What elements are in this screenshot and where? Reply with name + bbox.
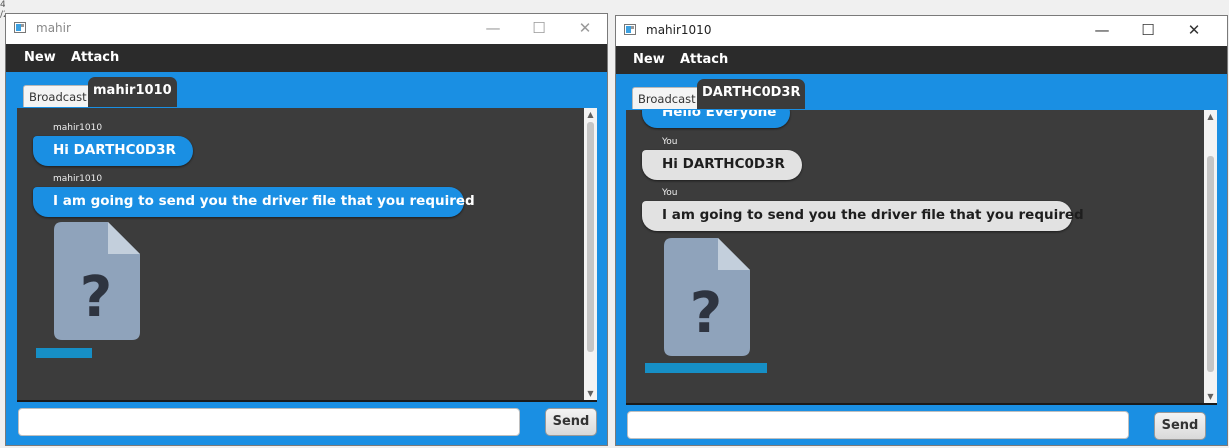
close-button[interactable]: ✕ <box>1171 16 1217 46</box>
scroll-up-arrow-icon[interactable]: ▲ <box>1204 110 1217 123</box>
title-bar[interactable]: mahir — ☐ ✕ <box>6 14 607 44</box>
title-bar[interactable]: mahir1010 — ☐ ✕ <box>616 16 1227 46</box>
chat-window-mahir1010: mahir1010 — ☐ ✕ New Attach Broadcast DAR… <box>615 15 1228 446</box>
minimize-button[interactable]: — <box>470 14 516 44</box>
message-bubble: Hi DARTHC0D3R <box>33 136 193 166</box>
unknown-file-icon[interactable]: ? <box>664 238 750 356</box>
menu-new[interactable]: New <box>24 50 56 65</box>
scroll-up-arrow-icon[interactable]: ▲ <box>584 108 597 121</box>
scroll-down-arrow-icon[interactable]: ▼ <box>1204 390 1217 403</box>
message-input[interactable] <box>627 411 1129 439</box>
chat-area: mahir1010 Hi DARTHC0D3R mahir1010 I am g… <box>17 108 597 402</box>
chat-window-mahir: mahir — ☐ ✕ New Attach Broadcast mahir10… <box>5 13 608 446</box>
scroll-thumb[interactable] <box>1207 156 1214 372</box>
maximize-button[interactable]: ☐ <box>1125 16 1171 46</box>
message-bubble: I am going to send you the driver file t… <box>642 201 1084 231</box>
close-button[interactable]: ✕ <box>562 14 607 44</box>
app-icon <box>14 22 26 33</box>
message-sender: mahir1010 <box>53 123 103 133</box>
message-input[interactable] <box>18 408 520 436</box>
menu-attach[interactable]: Attach <box>680 52 728 67</box>
tab-broadcast[interactable]: Broadcast <box>632 87 702 109</box>
menu-new[interactable]: New <box>633 52 665 67</box>
message-sender: You <box>662 188 678 198</box>
download-progress-bar <box>36 348 92 358</box>
menu-bar: New Attach <box>616 46 1227 74</box>
send-button[interactable]: Send <box>1154 412 1206 440</box>
menu-attach[interactable]: Attach <box>71 50 119 65</box>
unknown-file-icon[interactable]: ? <box>54 222 140 340</box>
message-bubble-partial: Hello Everyone <box>642 110 790 128</box>
tab-broadcast[interactable]: Broadcast <box>23 85 93 107</box>
minimize-button[interactable]: — <box>1079 16 1125 46</box>
maximize-button[interactable]: ☐ <box>516 14 562 44</box>
send-button[interactable]: Send <box>545 408 597 436</box>
message-bubble: Hi DARTHC0D3R <box>642 150 802 180</box>
scroll-thumb[interactable] <box>587 122 594 352</box>
scroll-down-arrow-icon[interactable]: ▼ <box>584 387 597 400</box>
svg-text:?: ? <box>690 281 722 346</box>
download-progress-bar <box>645 363 767 373</box>
chat-scrollbar[interactable]: ▲ ▼ <box>584 108 597 400</box>
message-sender: You <box>662 137 678 147</box>
window-title: mahir1010 <box>646 23 712 37</box>
svg-text:?: ? <box>80 265 112 330</box>
message-sender: mahir1010 <box>53 174 103 184</box>
chat-scrollbar[interactable]: ▲ ▼ <box>1204 110 1217 403</box>
window-title: mahir <box>36 21 71 35</box>
tab-darthc0d3r[interactable]: DARTHC0D3R <box>697 79 806 109</box>
menu-bar: New Attach <box>6 44 607 72</box>
message-bubble: I am going to send you the driver file t… <box>33 187 475 217</box>
app-icon <box>624 24 636 35</box>
tab-mahir1010[interactable]: mahir1010 <box>88 77 177 107</box>
chat-area: Hello Everyone You Hi DARTHC0D3R You I a… <box>626 110 1217 405</box>
